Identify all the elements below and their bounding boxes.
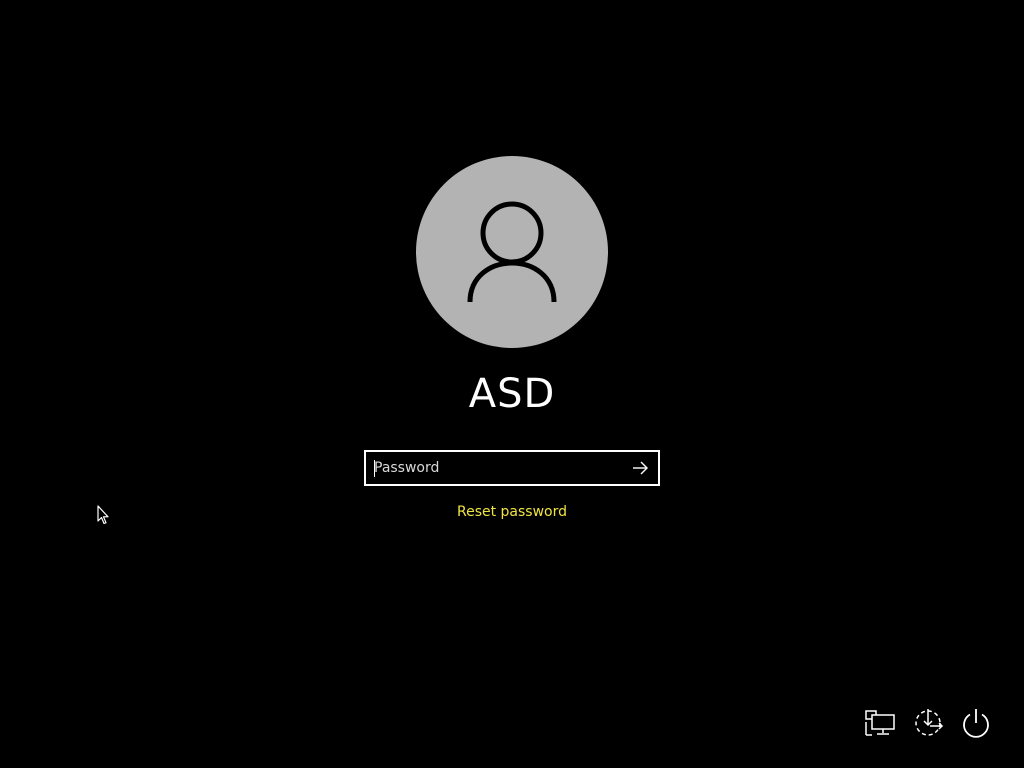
power-button[interactable] bbox=[959, 706, 993, 740]
reset-password-link[interactable]: Reset password bbox=[0, 502, 1024, 522]
arrow-right-icon bbox=[633, 461, 648, 475]
submit-button[interactable] bbox=[626, 455, 654, 481]
ease-of-access-icon bbox=[915, 709, 944, 736]
user-name: ASD bbox=[468, 371, 556, 417]
password-input[interactable] bbox=[372, 456, 620, 480]
mouse-pointer-icon bbox=[97, 505, 109, 525]
user-silhouette-icon bbox=[467, 201, 557, 303]
power-icon bbox=[963, 709, 989, 738]
password-field[interactable] bbox=[364, 450, 660, 486]
ease-of-access-button[interactable] bbox=[911, 706, 945, 740]
network-button[interactable] bbox=[863, 706, 897, 740]
user-avatar bbox=[416, 156, 608, 348]
text-caret bbox=[374, 460, 375, 477]
lock-screen: ASD Reset password bbox=[0, 0, 1024, 768]
network-icon bbox=[865, 710, 895, 736]
